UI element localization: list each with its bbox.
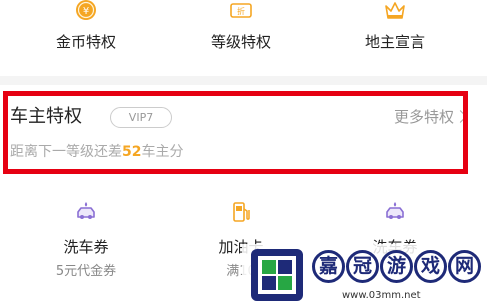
owner-privilege-card: 车主特权 VIP7 更多特权 距离下一等级还差52车主分 bbox=[0, 85, 487, 180]
progress-points-value: 52 bbox=[122, 144, 142, 160]
coin-privilege-entry[interactable]: ¥ 金币特权 bbox=[26, 0, 146, 66]
discount-ticket-icon: 折 bbox=[230, 3, 252, 18]
level-progress-text: 距离下一等级还差52车主分 bbox=[10, 142, 183, 162]
car-wash-icon bbox=[77, 202, 95, 219]
coin-icon: ¥ bbox=[76, 0, 96, 20]
privilege-page: ¥ 金币特权 折 等级特权 地主宣言 车主特权 VIP7 更多特权 距离下一等级… bbox=[0, 0, 487, 307]
coin-glyph: ¥ bbox=[83, 6, 89, 17]
site-watermark: 嘉 冠 游 戏 网 www.03mm.net bbox=[242, 244, 487, 307]
progress-prefix: 距离下一等级还差 bbox=[10, 144, 122, 160]
car-wash-icon bbox=[386, 202, 404, 219]
car-wash-coupon-item[interactable]: 洗车券 5元代金券 bbox=[26, 200, 146, 300]
watermark-char: 冠 bbox=[346, 250, 379, 283]
progress-suffix: 车主分 bbox=[141, 144, 184, 160]
car-wash-coupon-sub: 5元代金券 bbox=[55, 264, 117, 279]
landlord-declaration-entry[interactable]: 地主宣言 bbox=[335, 0, 455, 66]
level-privilege-label: 等级特权 bbox=[210, 33, 271, 51]
chevron-right-icon[interactable] bbox=[454, 110, 467, 123]
owner-privilege-title: 车主特权 bbox=[10, 106, 82, 127]
car-wash-coupon-title: 洗车券 bbox=[63, 238, 109, 256]
more-privileges-link[interactable]: 更多特权 bbox=[394, 107, 454, 127]
watermark-char: 嘉 bbox=[312, 250, 345, 283]
fuel-pump-icon bbox=[233, 202, 250, 222]
section-divider bbox=[0, 76, 487, 85]
crown-icon bbox=[385, 2, 405, 19]
watermark-title: 嘉 冠 游 戏 网 bbox=[312, 250, 484, 288]
watermark-char: 戏 bbox=[414, 250, 447, 283]
watermark-char: 网 bbox=[448, 250, 481, 283]
vip-level-badge: VIP7 bbox=[110, 107, 172, 128]
level-privilege-entry[interactable]: 折 等级特权 bbox=[181, 0, 301, 66]
watermark-url: www.03mm.net bbox=[342, 290, 421, 301]
watermark-char: 游 bbox=[380, 250, 413, 283]
watermark-logo-icon bbox=[251, 249, 303, 301]
ticket-glyph: 折 bbox=[237, 6, 245, 16]
coin-privilege-label: 金币特权 bbox=[55, 33, 116, 51]
landlord-declaration-label: 地主宣言 bbox=[364, 33, 425, 51]
privilege-shortcut-row: ¥ 金币特权 折 等级特权 地主宣言 bbox=[0, 0, 487, 66]
